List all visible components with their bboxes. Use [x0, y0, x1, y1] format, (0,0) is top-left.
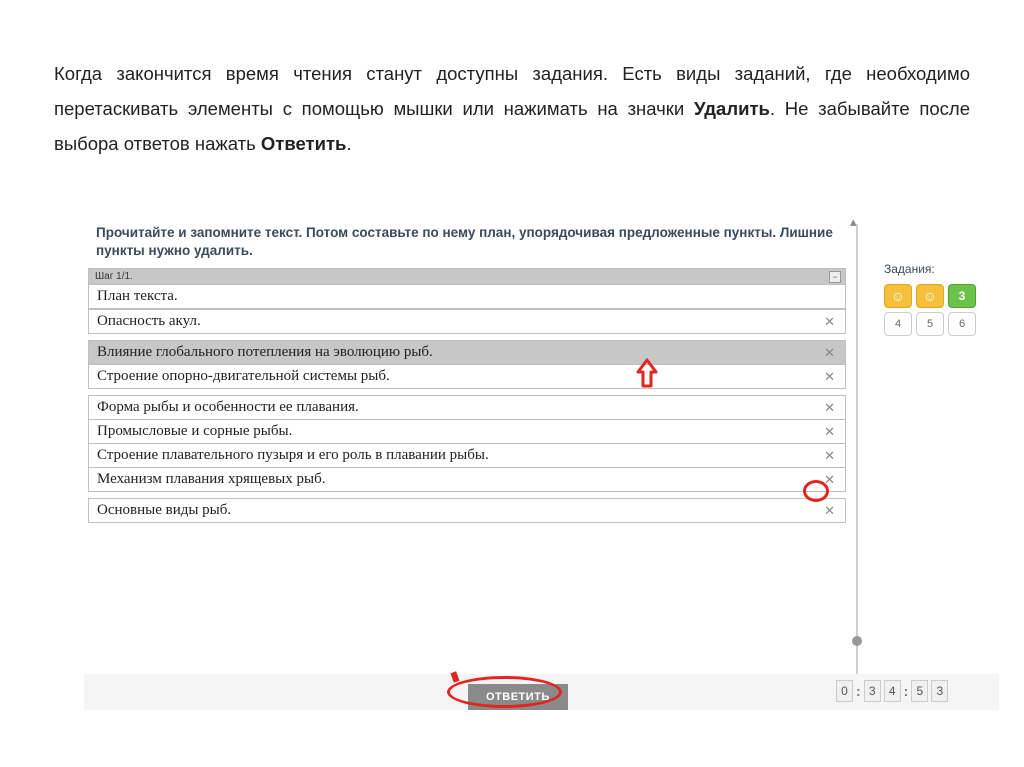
list-item-label: Механизм плавания хрящевых рыб. [97, 471, 325, 488]
collapse-icon[interactable]: − [829, 271, 841, 283]
task-button-6[interactable]: 6 [948, 312, 976, 336]
question-prompt: Прочитайте и запомните текст. Потом сост… [88, 218, 846, 268]
list-item-label: Основные виды рыб. [97, 502, 231, 519]
list-item[interactable]: Влияние глобального потепления на эволюц… [88, 340, 846, 365]
plan-title: План текста. [88, 285, 846, 309]
list-item[interactable]: Механизм плавания хрящевых рыб. ✕ [88, 467, 846, 492]
delete-icon[interactable]: ✕ [822, 448, 837, 464]
instruction-bold-delete: Удалить [694, 98, 770, 119]
timer-digit: 0 [836, 680, 853, 702]
list-item-label: Промысловые и сорные рыбы. [97, 423, 292, 440]
list-item[interactable]: Опасность акул. ✕ [88, 309, 846, 334]
tasks-sidebar: Задания: ☺ ☺ 3 4 5 6 [884, 262, 994, 340]
timer-colon: : [856, 683, 861, 699]
list-item[interactable]: Строение опорно-двигательной системы рыб… [88, 364, 846, 389]
task-button-4[interactable]: 4 [884, 312, 912, 336]
task-button-2[interactable]: ☺ [916, 284, 944, 308]
scroll-up-icon[interactable]: ▴ [850, 214, 857, 230]
task-button-1[interactable]: ☺ [884, 284, 912, 308]
list-item-label: Форма рыбы и особенности ее плавания. [97, 399, 359, 416]
delete-icon[interactable]: ✕ [822, 400, 837, 416]
timer: 0 : 3 4 : 5 3 [836, 680, 948, 702]
instruction-bold-answer: Ответить [261, 133, 347, 154]
list-item[interactable]: Форма рыбы и особенности ее плавания. ✕ [88, 395, 846, 420]
annotation-circle-answer-icon [447, 676, 562, 708]
instruction-paragraph: Когда закончится время чтения станут дос… [0, 0, 1024, 161]
timer-digit: 5 [911, 680, 928, 702]
list-item-label: Строение опорно-двигательной системы рыб… [97, 368, 390, 385]
list-item[interactable]: Промысловые и сорные рыбы. ✕ [88, 419, 846, 444]
task-button-5[interactable]: 5 [916, 312, 944, 336]
timer-digit: 3 [864, 680, 881, 702]
list-item[interactable]: Строение плавательного пузыря и его роль… [88, 443, 846, 468]
timer-digit: 3 [931, 680, 948, 702]
instruction-text-c: . [346, 133, 351, 154]
step-bar: Шаг 1/1. − [88, 268, 846, 285]
list-item-label: Опасность акул. [97, 313, 201, 330]
delete-icon[interactable]: ✕ [822, 503, 837, 519]
task-button-3[interactable]: 3 [948, 284, 976, 308]
list-item-label: Влияние глобального потепления на эволюц… [97, 344, 433, 361]
annotation-circle-delete-icon [803, 480, 829, 502]
delete-icon[interactable]: ✕ [822, 345, 837, 361]
delete-icon[interactable]: ✕ [822, 369, 837, 385]
list-item[interactable]: Основные виды рыб. ✕ [88, 498, 846, 523]
timer-digit: 4 [884, 680, 901, 702]
delete-icon[interactable]: ✕ [822, 314, 837, 330]
tasks-title: Задания: [884, 262, 994, 276]
list-item-label: Строение плавательного пузыря и его роль… [97, 447, 489, 464]
scroll-thumb[interactable] [852, 636, 862, 646]
app-panel: Прочитайте и запомните текст. Потом сост… [88, 218, 1000, 719]
annotation-arrow-icon [634, 358, 660, 388]
delete-icon[interactable]: ✕ [822, 424, 837, 440]
timer-colon: : [904, 683, 909, 699]
scrollbar-track[interactable] [856, 224, 858, 684]
step-label: Шаг 1/1. [95, 271, 133, 282]
